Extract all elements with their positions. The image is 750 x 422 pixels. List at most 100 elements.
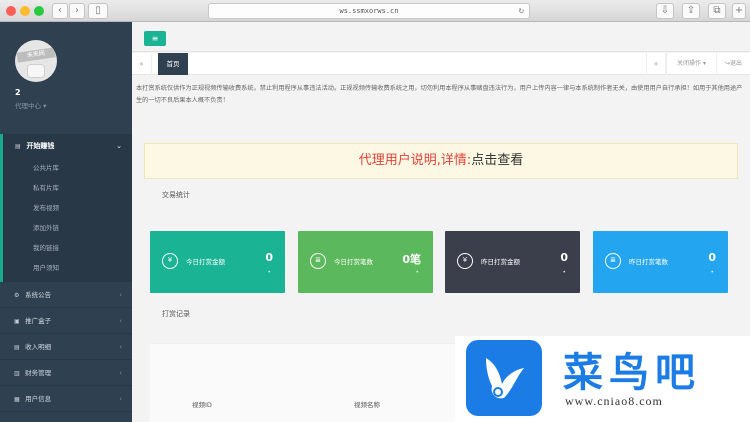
sidebar-subitem-public-library[interactable]: 公共片库 <box>3 158 132 178</box>
list-circle-icon: ≣ <box>605 253 621 269</box>
chevron-left-icon: ‹ <box>119 369 122 377</box>
share-button[interactable]: ⇪ <box>682 3 700 19</box>
watermark-url: www.cniao8.com <box>565 394 663 408</box>
tabs-overview-button[interactable]: ⧉ <box>708 3 726 19</box>
tabs-scroll-right-button[interactable]: » <box>646 53 666 75</box>
column-header-video-name: 视频名称 <box>354 401 380 409</box>
page-tabs: « 首页 » 关闭操作 ▾ ↪退出 <box>132 53 750 75</box>
stat-label: 昨日打赏笔数 <box>629 258 668 266</box>
yen-icon: ¥ <box>457 253 473 269</box>
sidebar-item-finance[interactable]: ▥ 财务管理 ‹ <box>0 360 132 386</box>
sidebar-subitem-user-notice[interactable]: 用户须知 <box>3 258 132 282</box>
chevron-left-icon: ‹ <box>119 343 122 351</box>
tabs-icon: ⧉ <box>713 5 721 16</box>
plus-icon: + <box>734 5 744 16</box>
sidebar-item-label: 系统公告 <box>25 291 52 299</box>
sidebar-item-label: 收入明细 <box>25 343 52 351</box>
sidebar-item-start-earning[interactable]: ▤ 开始赚钱 ⌄ <box>3 134 132 158</box>
stat-card-yesterday-amount: ¥ 昨日打赏金额 0 • <box>445 231 580 293</box>
stat-card-today-amount: ¥ 今日打赏金额 0 • <box>150 231 285 293</box>
stat-value: 0 <box>265 251 273 264</box>
sidebar-subitem-my-links[interactable]: 我的链接 <box>3 238 132 258</box>
tab-home[interactable]: 首页 <box>158 53 188 75</box>
disclaimer-notice: 本打赏系统仅供作为正规视频传输收费系统，禁止利用程序从事违法活动。正规视频传输收… <box>136 85 743 104</box>
maximize-window-button[interactable] <box>34 6 44 16</box>
profile-area: 未来网 2 代理中心 ▾ <box>0 22 132 134</box>
sidebar-group-label: 开始赚钱 <box>26 142 55 150</box>
bird-icon <box>486 358 524 399</box>
url-text: ws.ssmxorws.cn <box>339 7 399 15</box>
stat-value: 0 <box>560 251 568 264</box>
sidebar-item-announcements[interactable]: ⚙ 系统公告 ‹ <box>0 282 132 308</box>
avatar-face-icon <box>27 64 45 78</box>
list-circle-icon: ≣ <box>310 253 326 269</box>
sidebar-group-start-earning: ▤ 开始赚钱 ⌄ 公共片库 私有片库 发布视频 添加外链 我的链接 用户须知 <box>0 134 132 282</box>
stat-dot: • <box>267 269 271 276</box>
sidebar: 未来网 2 代理中心 ▾ ▤ 开始赚钱 ⌄ 公共片库 私有片库 发布视频 添加外… <box>0 22 132 422</box>
site-watermark-logo: 菜鸟吧 www.cniao8.com <box>455 336 750 422</box>
chevron-left-icon: ‹ <box>119 291 122 299</box>
list-icon: ▤ <box>14 344 20 351</box>
browser-toolbar: ‹ › ▯ ws.ssmxorws.cn ↻ ⇩ ⇪ ⧉ + <box>0 0 750 22</box>
stat-card-today-count: ≣ 今日打赏笔数 0笔 • <box>298 231 433 293</box>
double-chevron-right-icon: » <box>653 60 659 68</box>
chevron-left-icon: ‹ <box>119 317 122 325</box>
stat-label: 昨日打赏金额 <box>481 258 520 266</box>
stat-label: 今日打赏笔数 <box>334 258 373 266</box>
car-icon: ▣ <box>14 318 20 325</box>
bird-logo-icon <box>466 340 542 416</box>
sidebar-item-income-details[interactable]: ▤ 收入明细 ‹ <box>0 334 132 360</box>
sidebar-toggle-button[interactable]: ▯ <box>88 3 108 19</box>
watermark-text: 菜鸟吧 <box>563 349 701 396</box>
logout-button[interactable]: ↪退出 <box>716 53 750 75</box>
records-section-title: 打赏记录 <box>162 310 190 318</box>
sidebar-item-label: 用户信息 <box>25 395 52 403</box>
stat-value: 0笔 <box>402 253 421 266</box>
book-icon: ▤ <box>15 143 21 150</box>
user-icon: ▦ <box>14 396 20 403</box>
wallet-icon: ▥ <box>14 370 20 377</box>
sidebar-subitem-private-library[interactable]: 私有片库 <box>3 178 132 198</box>
column-header-video-id: 视频ID <box>192 401 212 409</box>
hamburger-icon: ≡ <box>151 34 159 43</box>
download-icon: ⇩ <box>660 5 670 16</box>
menu-toggle-button[interactable]: ≡ <box>144 31 166 46</box>
forward-button[interactable]: › <box>69 3 85 19</box>
tab-operations-dropdown[interactable]: 关闭操作 ▾ <box>666 53 716 75</box>
stat-dot: • <box>562 269 566 276</box>
sidebar-item-label: 推广盒子 <box>25 317 52 325</box>
sidebar-item-promo-box[interactable]: ▣ 推广盒子 ‹ <box>0 308 132 334</box>
share-icon: ⇪ <box>686 5 696 16</box>
stat-label: 今日打赏金额 <box>186 258 225 266</box>
reload-icon[interactable]: ↻ <box>519 4 524 18</box>
agent-banner-link[interactable]: 点击查看 <box>471 153 523 168</box>
sidebar-subitem-add-external-link[interactable]: 添加外链 <box>3 218 132 238</box>
stats-section-title: 交易统计 <box>162 191 190 199</box>
agent-info-banner[interactable]: 代理用户说明,详情:点击查看 <box>144 143 738 179</box>
sidebar-item-user-info[interactable]: ▦ 用户信息 ‹ <box>0 386 132 412</box>
stat-dot: • <box>415 269 419 276</box>
chevron-down-icon: ⌄ <box>116 142 122 150</box>
agent-banner-text: 代理用户说明,详情: <box>358 153 472 168</box>
back-button[interactable]: ‹ <box>52 3 68 19</box>
top-navbar: ≡ <box>132 22 750 52</box>
chevron-left-icon: ‹ <box>119 395 122 403</box>
chevron-right-icon: › <box>75 5 79 16</box>
yen-icon: ¥ <box>162 253 178 269</box>
close-window-button[interactable] <box>6 6 16 16</box>
stat-dot: • <box>710 269 714 276</box>
sidebar-icon: ▯ <box>95 5 101 16</box>
download-button[interactable]: ⇩ <box>656 3 674 19</box>
new-tab-button[interactable]: + <box>732 3 746 19</box>
sidebar-subitem-publish-video[interactable]: 发布视频 <box>3 198 132 218</box>
minimize-window-button[interactable] <box>20 6 30 16</box>
avatar[interactable]: 未来网 <box>15 40 57 82</box>
double-chevron-left-icon: « <box>139 60 144 68</box>
avatar-ribbon: 未来网 <box>16 47 56 63</box>
gear-icon: ⚙ <box>14 292 20 299</box>
tabs-scroll-left-button[interactable]: « <box>132 53 152 75</box>
address-bar[interactable]: ws.ssmxorws.cn ↻ <box>208 3 530 19</box>
profile-role-dropdown[interactable]: 代理中心 ▾ <box>15 100 46 110</box>
chevron-left-icon: ‹ <box>58 5 62 16</box>
stat-value: 0 <box>708 251 716 264</box>
